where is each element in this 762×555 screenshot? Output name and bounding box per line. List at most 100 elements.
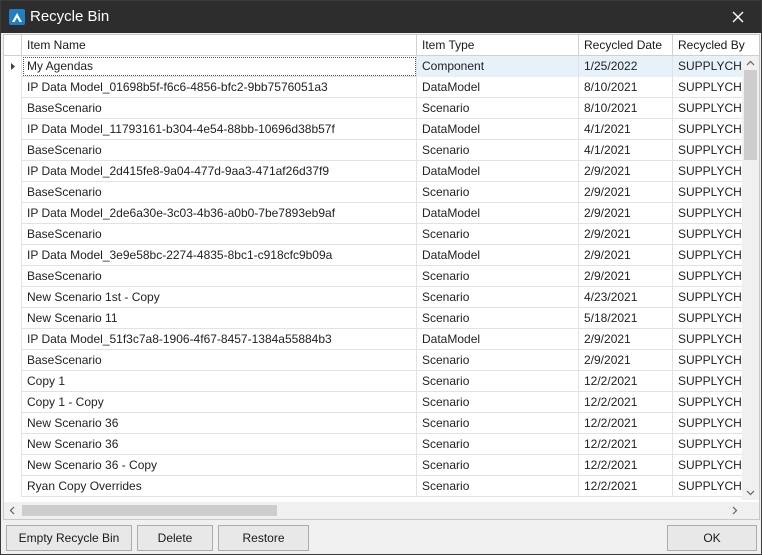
cell-item-type[interactable]: DataModel — [417, 77, 579, 98]
row-header[interactable] — [4, 140, 22, 161]
row-header[interactable] — [4, 413, 22, 434]
cell-recycled-by[interactable]: SUPPLYCHA — [673, 224, 744, 245]
table-row[interactable]: BaseScenario Scenario 4/1/2021 SUPPLYCHA — [4, 140, 744, 161]
cell-recycled-by[interactable]: SUPPLYCHA — [673, 245, 744, 266]
cell-item-name[interactable]: BaseScenario — [22, 350, 417, 371]
table-row[interactable]: Ryan Copy Overrides Scenario 12/2/2021 SUPP… — [4, 476, 744, 497]
row-header[interactable] — [4, 266, 22, 287]
cell-recycled-date[interactable]: 12/2/2021 — [579, 413, 673, 434]
cell-item-name[interactable]: New Scenario 11 — [22, 308, 417, 329]
table-row[interactable]: Copy 1 - Copy Scenario 12/2/2021 SUPPLYCHA — [4, 392, 744, 413]
cell-recycled-date[interactable]: 12/2/2021 — [579, 434, 673, 455]
cell-recycled-date[interactable]: 12/2/2021 — [579, 455, 673, 476]
cell-item-type[interactable]: Scenario — [417, 371, 579, 392]
cell-item-name[interactable]: Copy 1 - Copy — [22, 392, 417, 413]
cell-item-type[interactable]: Scenario — [417, 266, 579, 287]
restore-button[interactable]: Restore — [218, 525, 309, 551]
table-row[interactable]: BaseScenario Scenario 2/9/2021 SUPPLYCHA — [4, 350, 744, 371]
table-row[interactable]: IP Data Model_3e9e58bc-2274-4835-8bc1-c9… — [4, 245, 744, 266]
cell-recycled-by[interactable]: SUPPLYCHA — [673, 371, 744, 392]
cell-item-name[interactable]: BaseScenario — [22, 140, 417, 161]
cell-recycled-by[interactable]: SUPPLYCHA — [673, 455, 744, 476]
row-header[interactable] — [4, 119, 22, 140]
cell-item-type[interactable]: Scenario — [417, 350, 579, 371]
empty-recycle-bin-button[interactable]: Empty Recycle Bin — [6, 525, 132, 551]
table-row[interactable]: My Agendas Component 1/25/2022 SUPPLYCHA — [4, 56, 744, 77]
cell-recycled-date[interactable]: 5/18/2021 — [579, 308, 673, 329]
cell-item-name[interactable]: IP Data Model_51f3c7a8-1906-4f67-8457-13… — [22, 329, 417, 350]
cell-recycled-by[interactable]: SUPPLYCHA — [673, 98, 744, 119]
row-header[interactable] — [4, 77, 22, 98]
cell-item-type[interactable]: Scenario — [417, 98, 579, 119]
ok-button[interactable]: OK — [667, 525, 757, 551]
cell-item-name[interactable]: BaseScenario — [22, 182, 417, 203]
cell-recycled-date[interactable]: 12/2/2021 — [579, 476, 673, 497]
cell-item-name[interactable]: IP Data Model_3e9e58bc-2274-4835-8bc1-c9… — [22, 245, 417, 266]
table-row[interactable]: New Scenario 1st - Copy Scenario 4/23/2021… — [4, 287, 744, 308]
table-row[interactable]: BaseScenario Scenario 2/9/2021 SUPPLYCHA — [4, 182, 744, 203]
row-header[interactable] — [4, 308, 22, 329]
cell-recycled-date[interactable]: 8/10/2021 — [579, 98, 673, 119]
cell-recycled-date[interactable]: 8/10/2021 — [579, 77, 673, 98]
cell-item-type[interactable]: DataModel — [417, 203, 579, 224]
table-row[interactable]: BaseScenario Scenario 8/10/2021 SUPPLYCHA — [4, 98, 744, 119]
table-row[interactable]: IP Data Model_51f3c7a8-1906-4f67-8457-13… — [4, 329, 744, 350]
cell-item-type[interactable]: Scenario — [417, 140, 579, 161]
cell-item-type[interactable]: Scenario — [417, 182, 579, 203]
cell-item-name[interactable]: New Scenario 1st - Copy — [22, 287, 417, 308]
cell-recycled-by[interactable]: SUPPLYCHA — [673, 308, 744, 329]
row-header[interactable] — [4, 161, 22, 182]
cell-item-type[interactable]: Component — [417, 56, 579, 77]
cell-item-type[interactable]: Scenario — [417, 287, 579, 308]
cell-item-type[interactable]: DataModel — [417, 161, 579, 182]
vertical-scrollbar[interactable] — [742, 56, 759, 500]
cell-recycled-date[interactable]: 12/2/2021 — [579, 392, 673, 413]
cell-recycled-by[interactable]: SUPPLYCHA — [673, 392, 744, 413]
table-row[interactable]: IP Data Model_2de6a30e-3c03-4b36-a0b0-7b… — [4, 203, 744, 224]
scroll-down-icon[interactable] — [746, 488, 755, 497]
cell-recycled-date[interactable]: 2/9/2021 — [579, 203, 673, 224]
vertical-scroll-thumb[interactable] — [744, 70, 757, 160]
cell-item-type[interactable]: Scenario — [417, 476, 579, 497]
table-row[interactable]: New Scenario 36 Scenario 12/2/2021 SUPPLYCH… — [4, 413, 744, 434]
cell-recycled-by[interactable]: SUPPLYCHA — [673, 287, 744, 308]
table-row[interactable]: IP Data Model_11793161-b304-4e54-88bb-10… — [4, 119, 744, 140]
cell-recycled-by[interactable]: SUPPLYCHA — [673, 413, 744, 434]
cell-item-name[interactable]: BaseScenario — [22, 266, 417, 287]
table-row[interactable]: IP Data Model_2d415fe8-9a04-477d-9aa3-47… — [4, 161, 744, 182]
horizontal-scrollbar[interactable] — [4, 502, 759, 519]
cell-item-type[interactable]: Scenario — [417, 308, 579, 329]
cell-recycled-by[interactable]: SUPPLYCHA — [673, 182, 744, 203]
table-row[interactable]: IP Data Model_01698b5f-f6c6-4856-bfc2-9b… — [4, 77, 744, 98]
delete-button[interactable]: Delete — [137, 525, 213, 551]
row-header[interactable] — [4, 98, 22, 119]
cell-item-name[interactable]: IP Data Model_2de6a30e-3c03-4b36-a0b0-7b… — [22, 203, 417, 224]
row-header[interactable] — [4, 56, 22, 77]
cell-recycled-by[interactable]: SUPPLYCHA — [673, 77, 744, 98]
row-header[interactable] — [4, 203, 22, 224]
table-row[interactable]: BaseScenario Scenario 2/9/2021 SUPPLYCHA — [4, 266, 744, 287]
cell-item-name[interactable]: New Scenario 36 - Copy — [22, 455, 417, 476]
table-row[interactable]: Copy 1 Scenario 12/2/2021 SUPPLYCHA — [4, 371, 744, 392]
cell-item-type[interactable]: DataModel — [417, 329, 579, 350]
row-header[interactable] — [4, 224, 22, 245]
scroll-right-icon[interactable] — [730, 506, 739, 515]
table-row[interactable]: New Scenario 11 Scenario 5/18/2021 SUPPLYCH… — [4, 308, 744, 329]
row-header[interactable] — [4, 371, 22, 392]
column-header-item-type[interactable]: Item Type — [417, 35, 579, 56]
cell-recycled-date[interactable]: 4/23/2021 — [579, 287, 673, 308]
row-header[interactable] — [4, 350, 22, 371]
table-row[interactable]: BaseScenario Scenario 2/9/2021 SUPPLYCHA — [4, 224, 744, 245]
scroll-up-icon[interactable] — [746, 59, 755, 68]
cell-item-name[interactable]: My Agendas — [22, 56, 417, 77]
row-header[interactable] — [4, 392, 22, 413]
column-header-recycled-date[interactable]: Recycled Date — [579, 35, 673, 56]
row-header[interactable] — [4, 245, 22, 266]
cell-recycled-by[interactable]: SUPPLYCHA — [673, 203, 744, 224]
cell-recycled-date[interactable]: 12/2/2021 — [579, 371, 673, 392]
cell-item-type[interactable]: Scenario — [417, 413, 579, 434]
close-button[interactable] — [715, 1, 761, 33]
cell-recycled-date[interactable]: 2/9/2021 — [579, 224, 673, 245]
cell-recycled-by[interactable]: SUPPLYCHA — [673, 119, 744, 140]
cell-recycled-date[interactable]: 2/9/2021 — [579, 182, 673, 203]
